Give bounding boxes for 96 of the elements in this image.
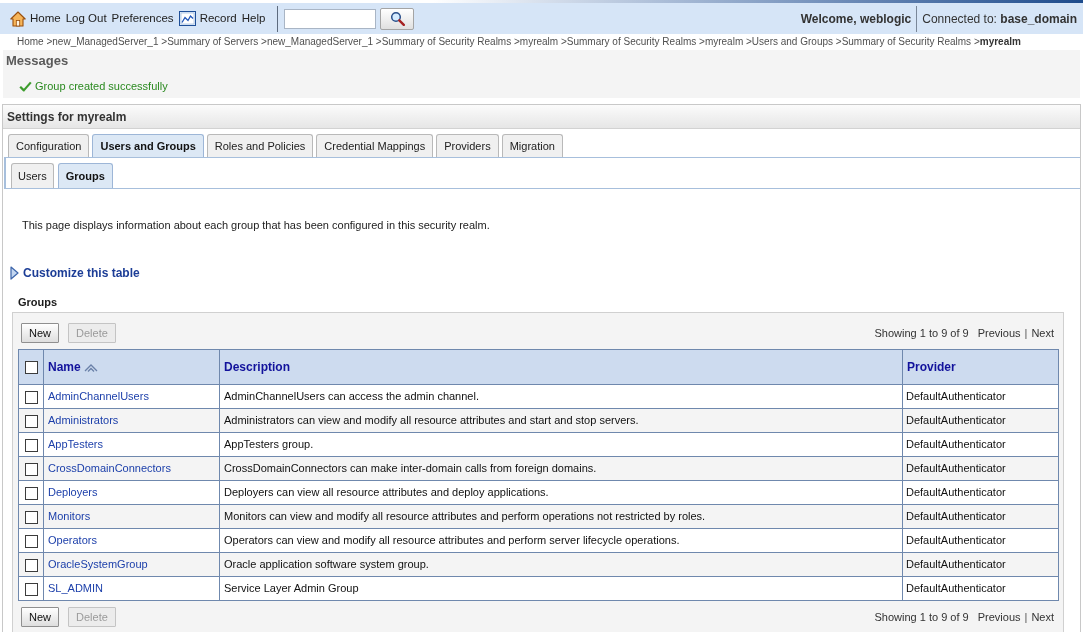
group-name-link[interactable]: OracleSystemGroup bbox=[48, 558, 148, 571]
row-checkbox[interactable] bbox=[24, 534, 38, 548]
group-name-link[interactable]: Operators bbox=[48, 534, 97, 547]
group-name-link[interactable]: SL_ADMIN bbox=[48, 582, 104, 595]
customize-table-link[interactable]: Customize this table bbox=[23, 264, 140, 282]
column-sort-link[interactable]: Provider bbox=[907, 358, 956, 376]
nav-link[interactable]: Preferences bbox=[111, 9, 174, 28]
table-cell: AppTesters group. bbox=[219, 432, 903, 457]
table-cell: Administrators can view and modify all resource attributes and start and stop servers. bbox=[219, 408, 903, 433]
sort-ascending-icon[interactable] bbox=[83, 362, 98, 372]
breadcrumb-separator: > bbox=[746, 36, 752, 47]
line-chart-icon bbox=[178, 11, 196, 26]
welcome-text: Welcome, weblogic bbox=[800, 10, 912, 28]
row-checkbox[interactable] bbox=[24, 390, 38, 404]
tab[interactable]: Users and Groups bbox=[92, 134, 204, 157]
table-cell: DefaultAuthenticator bbox=[902, 576, 1059, 601]
breadcrumb-separator: > bbox=[161, 36, 168, 47]
settings-title-bar: Settings for myrealm bbox=[3, 105, 1080, 129]
group-name-link[interactable]: Monitors bbox=[48, 510, 91, 523]
table-cell: Deployers can view all resource attributes and deploy applications. bbox=[219, 480, 903, 505]
status-message: Group created successfully bbox=[35, 78, 168, 94]
tab[interactable]: Providers bbox=[436, 134, 499, 157]
search-icon bbox=[389, 11, 405, 26]
subtab[interactable]: Users bbox=[11, 163, 54, 188]
breadcrumb-link[interactable]: myrealm bbox=[704, 36, 744, 47]
breadcrumb-link[interactable]: myrealm bbox=[519, 36, 559, 47]
tab[interactable]: Configuration bbox=[8, 134, 90, 157]
table-cell: DefaultAuthenticator bbox=[902, 432, 1059, 457]
breadcrumb-link[interactable]: Summary of Security Realms bbox=[841, 36, 972, 47]
breadcrumb-separator: > bbox=[560, 36, 567, 47]
row-checkbox[interactable] bbox=[24, 438, 38, 452]
table-cell: CrossDomainConnectors can make inter-domain calls from foreign domains. bbox=[219, 456, 903, 481]
table-cell: DefaultAuthenticator bbox=[902, 528, 1059, 553]
pagination-summary: Showing 1 to 9 of 9 bbox=[874, 609, 969, 625]
breadcrumb-separator: > bbox=[513, 36, 520, 47]
row-checkbox[interactable] bbox=[24, 462, 38, 476]
pagination-summary: Showing 1 to 9 of 9 bbox=[874, 325, 969, 341]
column-sort-link[interactable]: Description bbox=[224, 358, 290, 376]
group-name-link[interactable]: Administrators bbox=[48, 414, 119, 427]
row-checkbox[interactable] bbox=[24, 558, 38, 572]
row-checkbox[interactable] bbox=[24, 414, 38, 428]
subtab[interactable]: Groups bbox=[57, 163, 113, 188]
table-cell: Oracle application software system group. bbox=[219, 552, 903, 577]
table-cell: Operators can view and modify all resource attributes and perform server lifecycle operations. bbox=[219, 528, 903, 553]
tab[interactable]: Credential Mappings bbox=[316, 134, 434, 157]
breadcrumb-separator: > bbox=[699, 36, 705, 47]
breadcrumb-link[interactable]: new_ManagedServer_1 bbox=[52, 36, 159, 47]
action-button[interactable]: New bbox=[21, 607, 59, 627]
table-cell: Monitors can view and modify all resource attributes and perform operations not restricted by roles. bbox=[219, 504, 903, 529]
tab[interactable]: Roles and Policies bbox=[206, 134, 314, 157]
pagination-separator: | bbox=[1024, 325, 1028, 341]
breadcrumb-separator: > bbox=[46, 36, 53, 47]
row-checkbox[interactable] bbox=[24, 510, 38, 524]
search-button[interactable] bbox=[380, 7, 415, 30]
section-title: Groups bbox=[18, 296, 58, 308]
nav-link[interactable]: Help bbox=[241, 9, 266, 28]
column-sort-link[interactable]: Name bbox=[48, 358, 81, 376]
breadcrumb-separator: > bbox=[261, 36, 267, 47]
breadcrumb-separator: > bbox=[375, 36, 382, 47]
group-name-link[interactable]: CrossDomainConnectors bbox=[48, 462, 171, 475]
nav-link[interactable]: Log Out bbox=[65, 9, 107, 28]
breadcrumb-link[interactable]: new_ManagedServer_1 bbox=[266, 36, 374, 47]
breadcrumb-current: myrealm bbox=[979, 36, 1021, 47]
select-all-checkbox[interactable] bbox=[24, 361, 38, 375]
nav-link[interactable]: Record bbox=[178, 9, 237, 28]
messages-title: Messages bbox=[6, 53, 69, 69]
house-icon bbox=[10, 10, 26, 27]
row-checkbox[interactable] bbox=[24, 486, 38, 500]
table-cell: DefaultAuthenticator bbox=[902, 480, 1059, 505]
connection-text: Connected to: base_domain bbox=[922, 10, 1077, 28]
group-name-link[interactable]: AppTesters bbox=[48, 438, 104, 451]
breadcrumb-link[interactable]: Home bbox=[17, 36, 44, 47]
breadcrumb-link[interactable]: Summary of Servers bbox=[167, 36, 259, 47]
table-cell: AdminChannelUsers can access the admin channel. bbox=[219, 384, 903, 409]
tab[interactable]: Migration bbox=[501, 134, 563, 157]
breadcrumb-link[interactable]: Users and Groups bbox=[751, 36, 833, 47]
table-cell: DefaultAuthenticator bbox=[902, 384, 1059, 409]
breadcrumb-link[interactable]: Summary of Security Realms bbox=[566, 36, 697, 47]
intro-text: This page displays information about each group that has been configured in this security realm. bbox=[22, 218, 490, 232]
group-name-link[interactable]: AdminChannelUsers bbox=[48, 390, 149, 403]
breadcrumb-separator: > bbox=[835, 36, 842, 47]
table-cell: DefaultAuthenticator bbox=[902, 408, 1059, 433]
table-cell: Service Layer Admin Group bbox=[219, 576, 903, 601]
nav-link[interactable]: Home bbox=[10, 9, 61, 28]
expand-triangle-icon[interactable] bbox=[10, 266, 19, 280]
table-cell: DefaultAuthenticator bbox=[902, 552, 1059, 577]
table-cell: DefaultAuthenticator bbox=[902, 456, 1059, 481]
breadcrumb-link[interactable]: Summary of Security Realms bbox=[381, 36, 512, 47]
action-button[interactable]: New bbox=[21, 323, 59, 343]
pagination-separator: | bbox=[1024, 609, 1028, 625]
group-name-link[interactable]: Deployers bbox=[48, 486, 98, 499]
checkmark-icon bbox=[19, 80, 32, 92]
table-cell: DefaultAuthenticator bbox=[902, 504, 1059, 529]
row-checkbox[interactable] bbox=[24, 582, 38, 596]
breadcrumb-separator: > bbox=[973, 36, 980, 47]
search-field[interactable] bbox=[284, 8, 377, 29]
